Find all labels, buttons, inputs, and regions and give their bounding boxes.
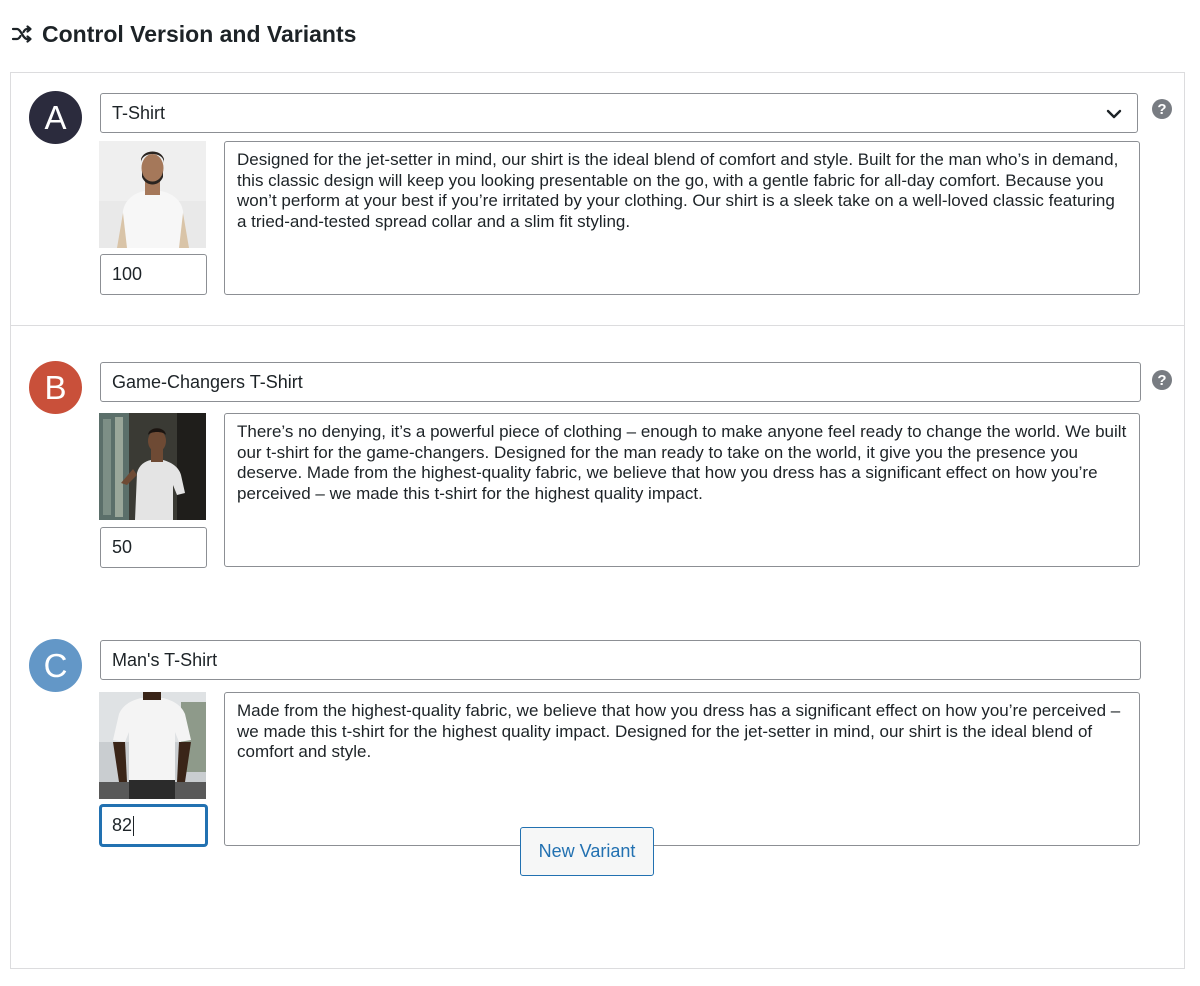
section-heading: Control Version and Variants bbox=[10, 18, 356, 50]
help-icon[interactable]: ? bbox=[1152, 99, 1172, 119]
input-value: Game-Changers T-Shirt bbox=[112, 371, 303, 392]
input-value: Man's T-Shirt bbox=[112, 649, 218, 670]
help-glyph: ? bbox=[1157, 371, 1167, 389]
variant-b-description-textarea[interactable]: There’s no denying, it’s a powerful piec… bbox=[224, 413, 1140, 567]
weight-value: 82 bbox=[112, 815, 133, 835]
description-text: There’s no denying, it’s a powerful piec… bbox=[237, 422, 1127, 503]
weight-value: 100 bbox=[112, 264, 143, 284]
variant-b-name-input[interactable]: Game-Changers T-Shirt bbox=[100, 362, 1141, 402]
weight-value: 50 bbox=[112, 537, 133, 557]
text-caret bbox=[133, 815, 135, 836]
variant-a-image bbox=[99, 141, 206, 248]
variant-badge-b: B bbox=[29, 361, 82, 414]
variant-letter: B bbox=[44, 368, 67, 406]
variant-badge-c: C bbox=[29, 639, 82, 692]
variant-c-weight-input[interactable]: 82 bbox=[100, 805, 207, 846]
variant-c-image bbox=[99, 692, 206, 799]
description-text: Made from the highest-quality fabric, we… bbox=[237, 701, 1121, 761]
tshirt-man-photo-c bbox=[99, 692, 206, 799]
variant-c-description-textarea[interactable]: Made from the highest-quality fabric, we… bbox=[224, 692, 1140, 846]
tshirt-man-photo-a bbox=[99, 141, 206, 248]
variant-badge-a: A bbox=[29, 91, 82, 144]
variant-c-name-input[interactable]: Man's T-Shirt bbox=[100, 640, 1141, 680]
variant-divider bbox=[11, 325, 1184, 326]
shuffle-icon bbox=[11, 25, 32, 43]
variant-a-description-textarea[interactable]: Designed for the jet-setter in mind, our… bbox=[224, 141, 1140, 295]
help-glyph: ? bbox=[1157, 100, 1167, 118]
variant-letter: C bbox=[43, 646, 68, 684]
new-variant-button[interactable]: New Variant bbox=[520, 827, 654, 876]
variant-b-image bbox=[99, 413, 206, 520]
variant-a-name-select[interactable]: T-Shirt bbox=[100, 93, 1138, 133]
variant-b-weight-input[interactable]: 50 bbox=[100, 527, 207, 568]
chevron-down-icon bbox=[1106, 109, 1122, 119]
variants-page: Control Version and Variants A T-Shirt ? bbox=[0, 0, 1200, 986]
tshirt-man-photo-b bbox=[99, 413, 206, 520]
variant-a-weight-input[interactable]: 100 bbox=[100, 254, 207, 295]
help-icon[interactable]: ? bbox=[1152, 370, 1172, 390]
section-title: Control Version and Variants bbox=[42, 20, 357, 47]
new-variant-label: New Variant bbox=[538, 841, 636, 861]
variant-letter: A bbox=[44, 98, 67, 136]
select-value: T-Shirt bbox=[112, 102, 166, 123]
description-text: Designed for the jet-setter in mind, our… bbox=[237, 150, 1119, 231]
